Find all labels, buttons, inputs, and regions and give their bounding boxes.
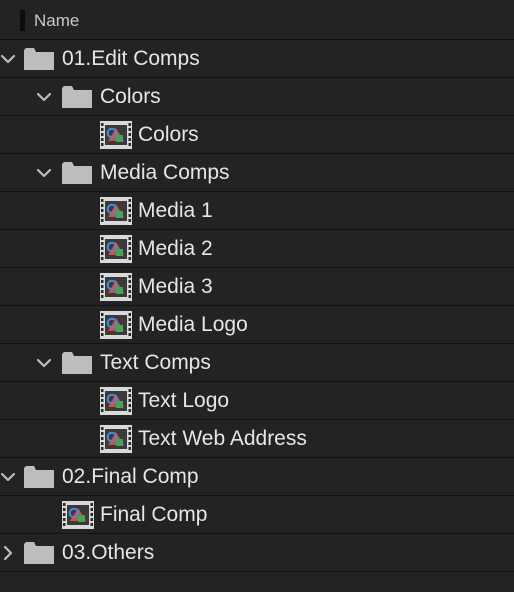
composition-label: Media 3 [138,275,213,298]
folder-icon [24,48,54,70]
folder-label: 03.Others [62,541,155,564]
folder-icon [62,86,92,108]
label-column-marker [20,10,25,31]
folder-row[interactable]: Colors [0,78,514,116]
name-column-header[interactable]: Name [34,10,79,31]
composition-row[interactable]: Media 2 [0,230,514,268]
chevron-down-icon[interactable] [36,78,52,115]
folder-row[interactable]: 02.Final Comp [0,458,514,496]
composition-label: Final Comp [100,503,208,526]
folder-icon [24,542,54,564]
composition-label: Media 2 [138,237,213,260]
folder-label: 02.Final Comp [62,465,199,488]
composition-row[interactable]: Text Web Address [0,420,514,458]
composition-row[interactable]: Colors [0,116,514,154]
folder-label: Text Comps [100,351,211,374]
composition-icon [100,121,132,149]
project-panel: Name 01.Edit Comps Colors Colors Media Comp… [0,0,514,592]
composition-icon [100,197,132,225]
column-header[interactable]: Name [0,0,514,40]
chevron-down-icon[interactable] [0,40,16,77]
chevron-down-icon[interactable] [36,154,52,191]
composition-icon [100,273,132,301]
composition-icon [62,501,94,529]
composition-icon [100,425,132,453]
composition-label: Colors [138,123,199,146]
chevron-right-icon[interactable] [0,534,16,571]
composition-icon [100,235,132,263]
folder-icon [62,162,92,184]
composition-icon [100,311,132,339]
composition-row[interactable]: Media 3 [0,268,514,306]
composition-label: Text Web Address [138,427,307,450]
folder-label: Media Comps [100,161,230,184]
chevron-down-icon[interactable] [0,458,16,495]
folder-row[interactable]: 01.Edit Comps [0,40,514,78]
composition-row[interactable]: Media 1 [0,192,514,230]
composition-row[interactable]: Text Logo [0,382,514,420]
folder-icon [62,352,92,374]
folder-icon [24,466,54,488]
composition-row[interactable]: Final Comp [0,496,514,534]
folder-row[interactable]: Media Comps [0,154,514,192]
project-tree: 01.Edit Comps Colors Colors Media Comps Medi… [0,40,514,572]
folder-row[interactable]: 03.Others [0,534,514,572]
folder-label: 01.Edit Comps [62,47,200,70]
composition-label: Media Logo [138,313,248,336]
composition-label: Media 1 [138,199,213,222]
empty-area [0,572,514,592]
composition-label: Text Logo [138,389,230,412]
composition-icon [100,387,132,415]
chevron-down-icon[interactable] [36,344,52,381]
composition-row[interactable]: Media Logo [0,306,514,344]
folder-row[interactable]: Text Comps [0,344,514,382]
folder-label: Colors [100,85,161,108]
